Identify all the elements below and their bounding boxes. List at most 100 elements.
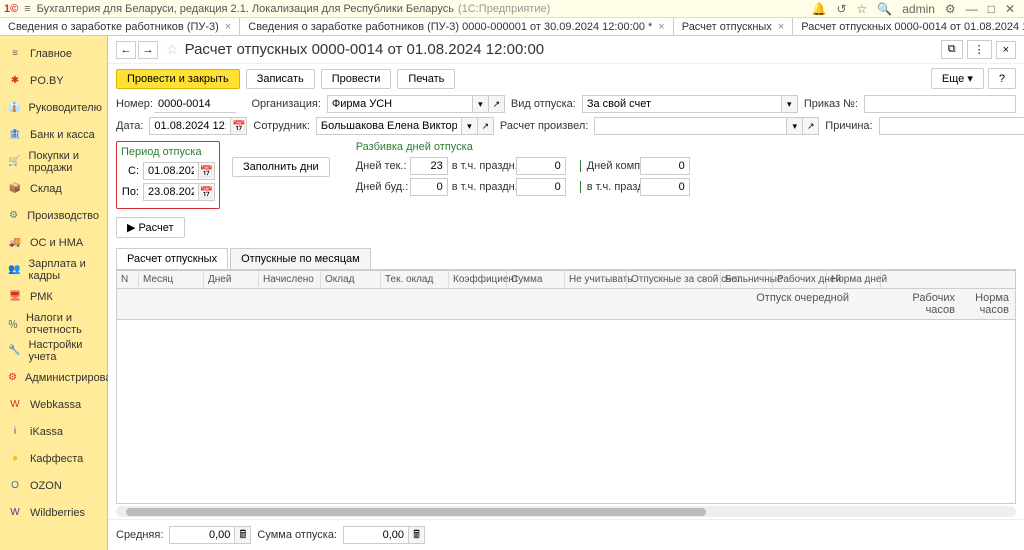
sidebar-label: iKassa — [30, 426, 63, 438]
subtab-monthly[interactable]: Отпускные по месяцам — [230, 248, 371, 269]
reason-label: Причина: — [825, 120, 872, 132]
sidebar-item-11[interactable]: 🔧Настройки учета — [0, 337, 107, 364]
sidebar: ≡Главное✱PO.BY👔Руководителю🏦Банк и касса… — [0, 36, 108, 550]
subtab-calc[interactable]: Расчет отпускных — [116, 248, 228, 269]
date-field[interactable] — [149, 117, 231, 135]
close-panel-icon[interactable]: × — [996, 41, 1016, 59]
sidebar-item-2[interactable]: 👔Руководителю — [0, 94, 107, 121]
search-icon[interactable]: 🔍 — [877, 2, 892, 16]
close-icon[interactable]: × — [778, 21, 784, 33]
sidebar-item-16[interactable]: OOZON — [0, 472, 107, 499]
app-logo: 1© — [4, 3, 18, 15]
more-button[interactable]: Еще ▾ — [931, 68, 984, 89]
nav-fwd[interactable]: → — [138, 41, 158, 59]
to-field[interactable] — [143, 183, 199, 201]
sidebar-item-3[interactable]: 🏦Банк и касса — [0, 121, 107, 148]
sidebar-item-12[interactable]: ⚙Администрирование — [0, 364, 107, 391]
print-button[interactable]: Печать — [397, 69, 455, 89]
close-icon[interactable]: × — [658, 21, 664, 33]
daysweek-field[interactable] — [410, 178, 448, 196]
number-field[interactable] — [154, 95, 236, 113]
from-field[interactable] — [143, 162, 199, 180]
sidebar-item-5[interactable]: 📦Склад — [0, 175, 107, 202]
minimize-icon[interactable]: — — [966, 2, 978, 16]
calc-icon[interactable]: 🖩 — [409, 526, 425, 544]
sidebar-label: Webkassa — [30, 399, 81, 411]
sidebar-icon: 🚚 — [8, 236, 22, 250]
fill-days-button[interactable]: Заполнить дни — [232, 157, 330, 177]
window-more-icon[interactable]: ⋮ — [967, 40, 992, 59]
sidebar-item-13[interactable]: WWebkassa — [0, 391, 107, 418]
dropdown-icon[interactable]: ▾ — [462, 117, 478, 135]
post-button[interactable]: Провести — [321, 69, 392, 89]
org-field[interactable] — [327, 95, 473, 113]
calcby-field[interactable] — [594, 117, 787, 135]
avg-field[interactable] — [169, 526, 235, 544]
sidebar-item-17[interactable]: WWildberries — [0, 499, 107, 526]
close-icon[interactable]: ✕ — [1005, 2, 1015, 16]
tab-2[interactable]: Расчет отпускных× — [674, 18, 794, 35]
sidebar-item-9[interactable]: 🖥РМК — [0, 283, 107, 310]
calendar-icon[interactable]: 📅 — [231, 117, 247, 135]
nav-back[interactable]: ← — [116, 41, 136, 59]
dropdown-icon[interactable]: ▾ — [782, 95, 798, 113]
link-icon[interactable]: ⧉ — [941, 40, 963, 59]
sidebar-label: Производство — [27, 210, 99, 222]
calc-icon[interactable]: 🖩 — [235, 526, 251, 544]
order-field[interactable] — [864, 95, 1016, 113]
open-icon[interactable]: ↗ — [803, 117, 819, 135]
sidebar-icon: 👥 — [8, 263, 20, 277]
write-button[interactable]: Записать — [246, 69, 315, 89]
help-button[interactable]: ? — [988, 68, 1016, 89]
sumvac-label: Сумма отпуска: — [257, 529, 337, 541]
col-salary: Оклад — [321, 271, 381, 288]
vactype-field[interactable] — [582, 95, 782, 113]
sidebar-label: Зарплата и кадры — [28, 258, 99, 282]
favorite-icon[interactable]: ☆ — [166, 41, 179, 58]
dropdown-icon[interactable]: ▾ — [787, 117, 803, 135]
post-close-button[interactable]: Провести и закрыть — [116, 69, 240, 89]
open-icon[interactable]: ↗ — [478, 117, 494, 135]
sidebar-item-6[interactable]: ⚙Производство — [0, 202, 107, 229]
calendar-icon[interactable]: 📅 — [199, 162, 215, 180]
reason-field[interactable] — [879, 117, 1024, 135]
open-icon[interactable]: ↗ — [489, 95, 505, 113]
tab-3[interactable]: Расчет отпускных 0000-0014 от 01.08.2024… — [793, 18, 1024, 35]
sidebar-item-1[interactable]: ✱PO.BY — [0, 67, 107, 94]
sidebar-item-15[interactable]: ●Каффеста — [0, 445, 107, 472]
holiday3-field[interactable] — [640, 178, 690, 196]
calc-button[interactable]: ▶ Расчет — [116, 217, 185, 238]
sidebar-icon: 🖥 — [8, 290, 22, 304]
tab-1[interactable]: Сведения о заработке работников (ПУ-3) 0… — [240, 18, 673, 35]
col-coef: Коэффициент — [449, 271, 507, 288]
employee-field[interactable] — [316, 117, 462, 135]
sidebar-item-14[interactable]: iiKassa — [0, 418, 107, 445]
sidebar-icon: 📦 — [8, 182, 22, 196]
history-icon[interactable]: ↺ — [836, 2, 846, 16]
star-icon[interactable]: ☆ — [857, 2, 868, 16]
dayscur-field[interactable] — [410, 157, 448, 175]
sidebar-item-7[interactable]: 🚚ОС и НМА — [0, 229, 107, 256]
dropdown-icon[interactable]: ▾ — [473, 95, 489, 113]
data-grid[interactable]: N Месяц Дней Начислено Оклад Тек. оклад … — [116, 270, 1016, 504]
sidebar-item-0[interactable]: ≡Главное — [0, 40, 107, 67]
grid-body[interactable] — [117, 320, 1015, 504]
dayscomp-field[interactable] — [640, 157, 690, 175]
menu-icon[interactable]: ≡ — [24, 3, 30, 15]
tab-0[interactable]: Сведения о заработке работников (ПУ-3)× — [0, 18, 240, 35]
close-icon[interactable]: × — [225, 21, 231, 33]
sidebar-item-10[interactable]: ％Налоги и отчетность — [0, 310, 107, 337]
holiday2-field[interactable] — [516, 178, 566, 196]
maximize-icon[interactable]: □ — [988, 2, 995, 16]
calendar-icon[interactable]: 📅 — [199, 183, 215, 201]
period-box: Период отпуска С: 📅 По: 📅 — [116, 141, 220, 209]
titlebar: 1© ≡ Бухгалтерия для Беларуси, редакция … — [0, 0, 1024, 18]
settings-icon[interactable]: ⚙ — [945, 2, 956, 16]
horizontal-scrollbar[interactable] — [116, 506, 1016, 517]
sidebar-item-4[interactable]: 🛒Покупки и продажи — [0, 148, 107, 175]
bell-icon[interactable]: 🔔 — [812, 2, 827, 16]
user-label[interactable]: admin — [902, 2, 935, 16]
sumvac-field[interactable] — [343, 526, 409, 544]
holiday1-field[interactable] — [516, 157, 566, 175]
sidebar-item-8[interactable]: 👥 Зарплата и кадры — [0, 256, 107, 283]
